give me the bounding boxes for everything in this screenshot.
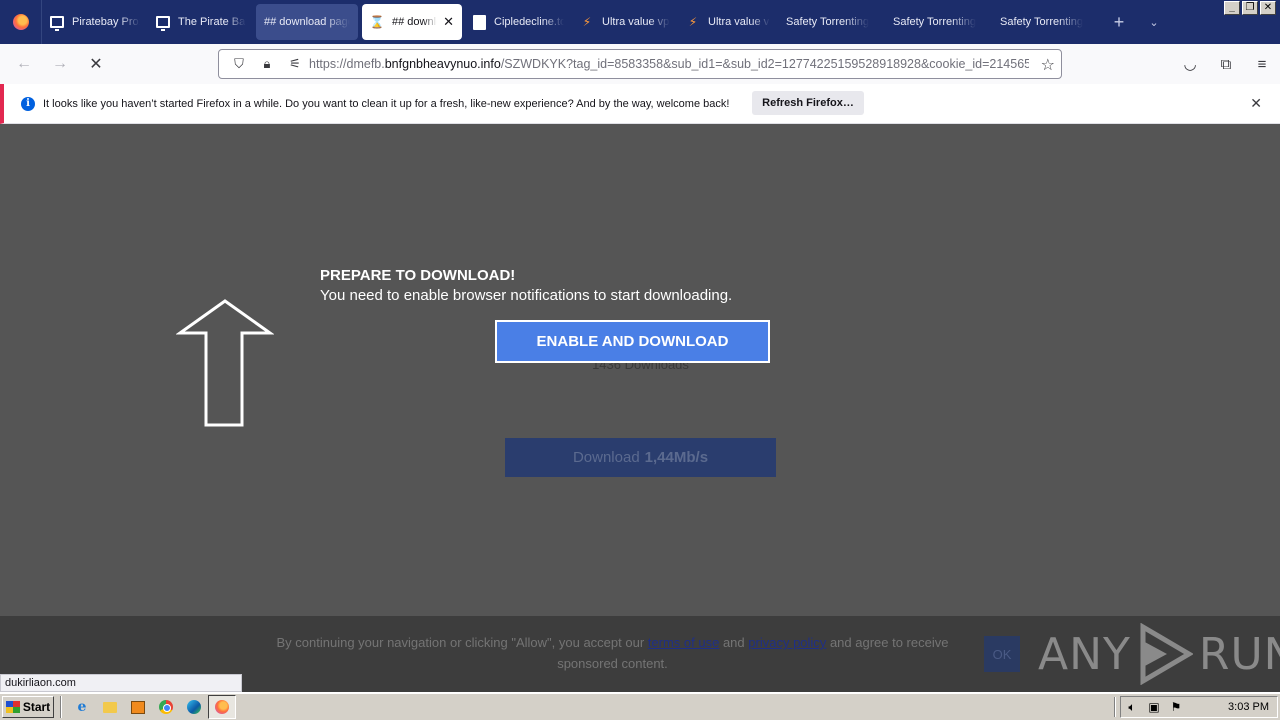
hourglass-icon: ⌛ [369, 15, 385, 29]
status-url: dukirliaon.com [0, 674, 242, 692]
permissions-icon[interactable]: ⚟ [281, 56, 309, 72]
play-logo-icon [1140, 623, 1193, 685]
shield-icon[interactable]: ⛉ [225, 56, 253, 72]
tab-title: Ultra value vpn [708, 16, 770, 28]
download-label: Download [572, 449, 640, 466]
chevron-down-icon[interactable]: ⌄ [1139, 16, 1169, 29]
chrome-icon[interactable] [152, 695, 180, 719]
windows-logo-icon [5, 701, 20, 713]
monitor-icon [156, 15, 170, 31]
enable-and-download-button[interactable]: ENABLE AND DOWNLOAD [495, 320, 770, 363]
tab-safety-torrenting-3[interactable]: Safety Torrenting [992, 0, 1099, 44]
bolt-icon: ⚡ [688, 15, 698, 29]
bolt-icon: ⚡ [582, 15, 592, 29]
download-button[interactable]: Download 1,44Mb/s [505, 438, 776, 477]
refresh-notification-bar: i It looks like you haven’t started Fire… [0, 84, 1280, 124]
pocket-icon[interactable]: ◡ [1172, 55, 1208, 73]
edge-icon[interactable] [180, 695, 208, 719]
taskbar: Start e 🔈︎ ▣ ⚑ 3:03 PM [0, 692, 1280, 720]
new-tab-icon[interactable]: + [1099, 12, 1139, 33]
refresh-firefox-button[interactable]: Refresh Firefox… [752, 91, 864, 115]
firefox-menu-icon[interactable] [0, 0, 42, 44]
toolbar-right: ◡ ⧉ ≡ [1172, 44, 1280, 84]
minimize-icon[interactable]: _ [1224, 1, 1240, 15]
terms-of-use-link[interactable]: terms of use [648, 635, 720, 650]
page-icon [472, 14, 486, 30]
hamburger-menu-icon[interactable]: ≡ [1244, 56, 1280, 73]
ie-icon[interactable]: e [68, 695, 96, 719]
anyrun-watermark: ANY RUN [1038, 616, 1280, 692]
tab-strip: Piratebay Proxy The Pirate Bay ## downlo… [0, 0, 1280, 44]
extensions-icon[interactable]: ⧉ [1208, 56, 1244, 73]
prompt-title: PREPARE TO DOWNLOAD! [320, 267, 516, 284]
tab-title: Safety Torrenting [786, 16, 869, 28]
tab-title: The Pirate Bay [178, 16, 246, 28]
tab-piratebay-proxy[interactable]: Piratebay Proxy [42, 0, 148, 44]
monitor-icon [50, 15, 64, 31]
tab-title: Piratebay Proxy [72, 16, 140, 28]
prompt-subtitle: You need to enable browser notifications… [320, 287, 733, 304]
privacy-policy-link[interactable]: privacy policy [748, 635, 826, 650]
tab-cipledecline[interactable]: Cipledecline.top [464, 0, 572, 44]
tab-safety-torrenting-2[interactable]: Safety Torrenting [885, 0, 992, 44]
download-speed: 1,44Mb/s [644, 449, 709, 466]
close-icon[interactable]: ✕ [1250, 95, 1262, 112]
nav-bar: ← → ✕ ⛉ 🔒︎ ⚟ https://dmefb.bnfgnbheavynu… [0, 44, 1280, 84]
page-content: PREPARE TO DOWNLOAD! You need to enable … [0, 125, 1280, 616]
start-button[interactable]: Start [2, 696, 54, 718]
tab-title: ## download [392, 16, 437, 28]
clock[interactable]: 3:03 PM [1228, 701, 1269, 713]
firefox-icon[interactable] [208, 695, 236, 719]
tab-title: ## download page [264, 16, 350, 28]
consent-text: By continuing your navigation or clickin… [276, 635, 949, 671]
ok-button[interactable]: OK [984, 636, 1020, 672]
back-arrow-icon[interactable]: ← [6, 44, 42, 84]
close-window-icon[interactable]: ✕ [1260, 1, 1276, 15]
notification-message: It looks like you haven’t started Firefo… [43, 97, 730, 110]
window-controls: _ ❐ ✕ [1224, 1, 1276, 15]
tab-download-page[interactable]: ## download page [256, 4, 358, 40]
flag-icon[interactable]: ⚑ [1165, 700, 1187, 714]
tab-title: Ultra value vpn [602, 16, 670, 28]
tab-safety-torrenting-1[interactable]: Safety Torrenting [778, 0, 885, 44]
url-text[interactable]: https://dmefb.bnfgnbheavynuo.info/SZWDKY… [309, 57, 1029, 71]
tab-ultra-value-2[interactable]: ⚡ Ultra value vpn [678, 0, 778, 44]
media-player-icon[interactable] [124, 695, 152, 719]
tab-the-pirate-bay[interactable]: The Pirate Bay [148, 0, 254, 44]
stop-loading-icon[interactable]: ✕ [78, 44, 114, 84]
info-icon: i [21, 96, 35, 111]
up-arrow-icon [176, 299, 274, 427]
close-tab-icon[interactable]: ✕ [443, 14, 454, 30]
lock-icon[interactable]: 🔒︎ [253, 56, 281, 72]
network-icon[interactable]: ▣ [1143, 700, 1165, 714]
folder-icon[interactable] [96, 695, 124, 719]
tab-title: Safety Torrenting [893, 16, 976, 28]
tab-title: Cipledecline.top [494, 16, 564, 28]
system-tray: 🔈︎ ▣ ⚑ 3:03 PM [1120, 696, 1278, 718]
volume-icon[interactable]: 🔈︎ [1121, 700, 1143, 715]
tab-title: Safety Torrenting [1000, 16, 1083, 28]
forward-arrow-icon[interactable]: → [42, 44, 78, 84]
restore-icon[interactable]: ❐ [1242, 1, 1258, 15]
tab-ultra-value-1[interactable]: ⚡ Ultra value vpn [572, 0, 678, 44]
bookmark-star-icon[interactable]: ☆ [1041, 55, 1055, 75]
tab-download-active[interactable]: ⌛ ## download ✕ [362, 4, 462, 40]
url-bar[interactable]: ⛉ 🔒︎ ⚟ https://dmefb.bnfgnbheavynuo.info… [218, 49, 1062, 79]
